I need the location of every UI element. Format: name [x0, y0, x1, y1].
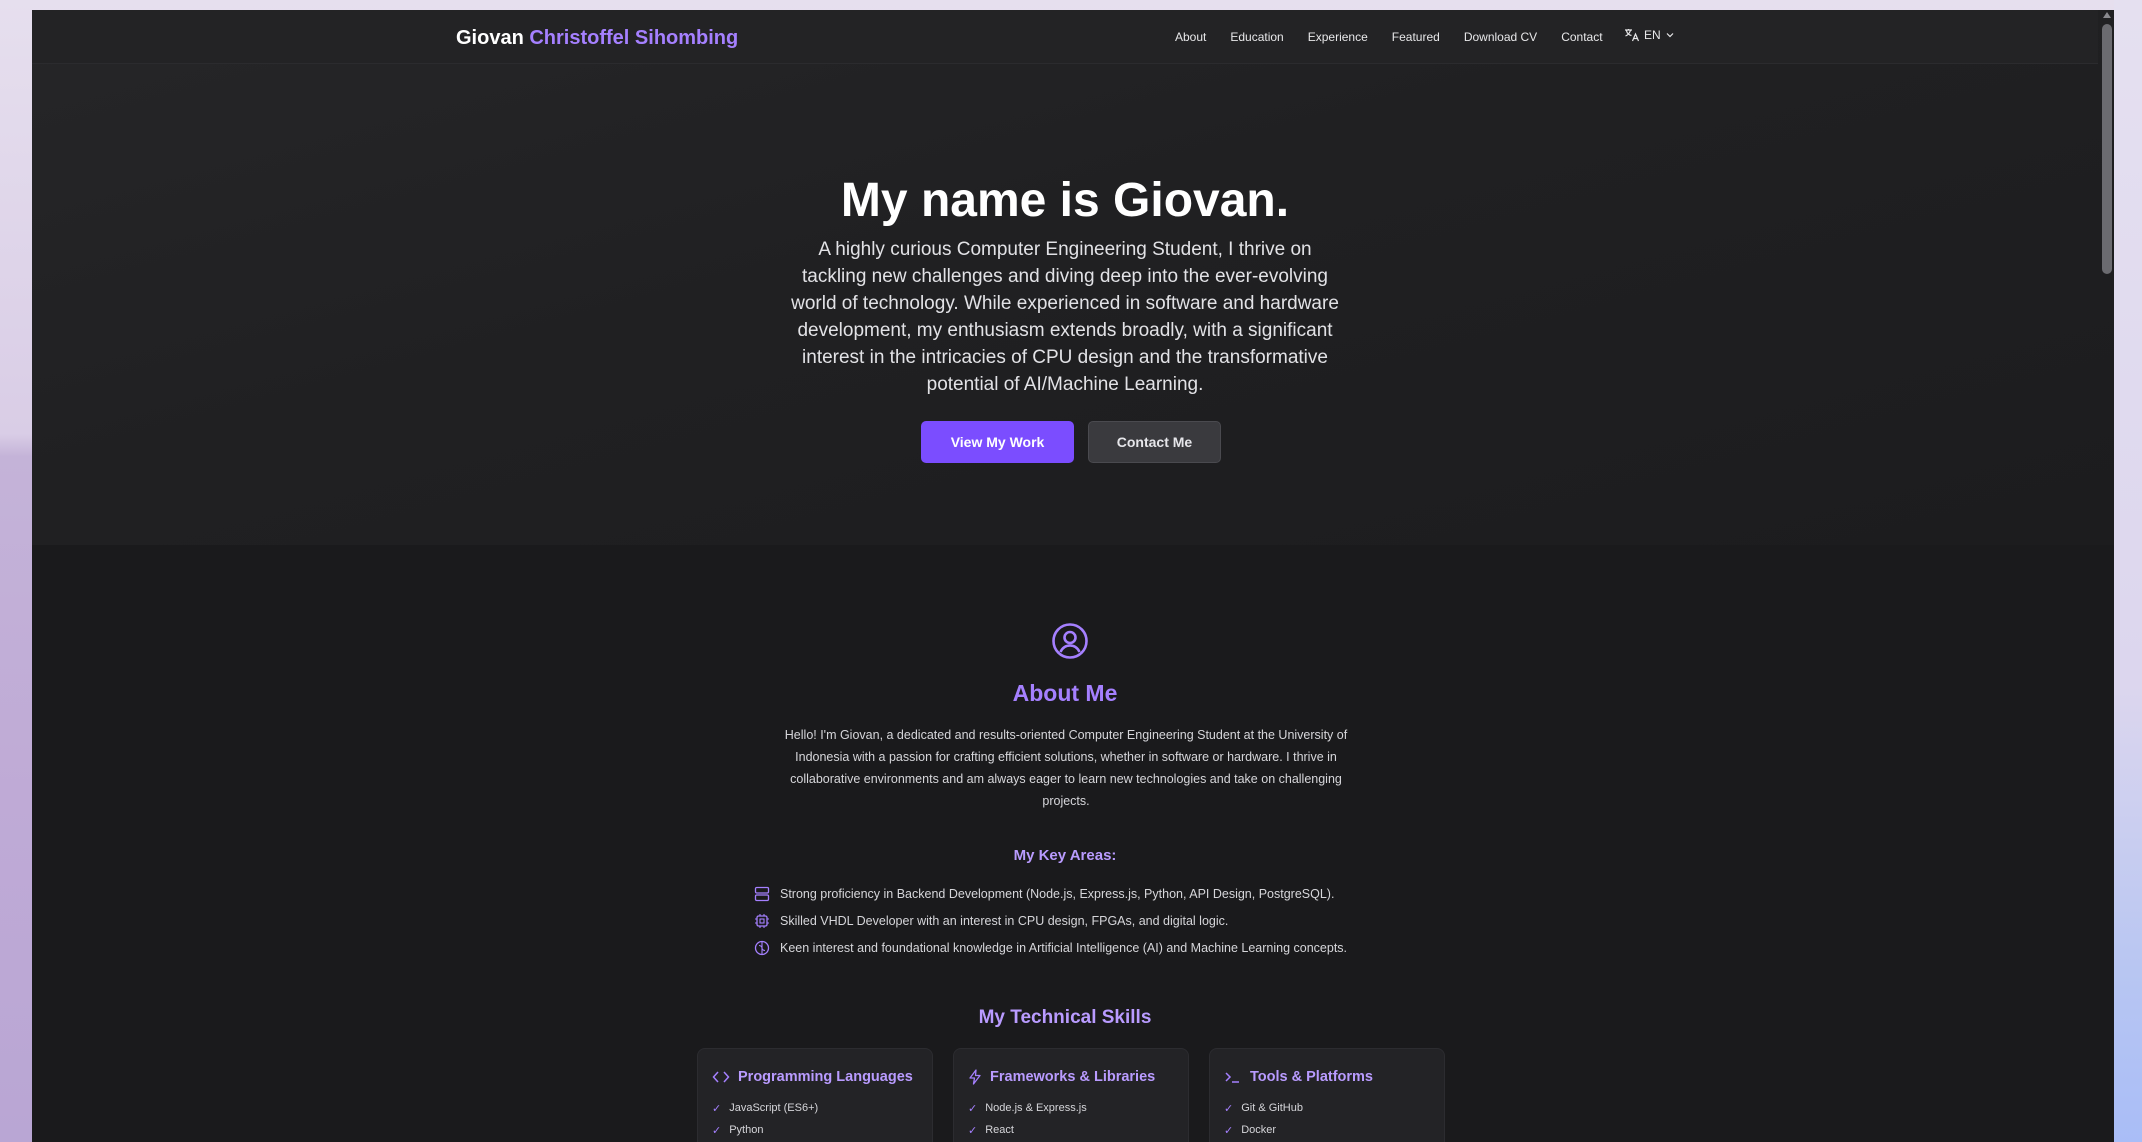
list-item: Skilled VHDL Developer with an interest … [754, 907, 1347, 934]
brain-icon [754, 940, 770, 955]
technical-skills-title: My Technical Skills [978, 1007, 1152, 1028]
contact-me-button[interactable]: Contact Me [1088, 421, 1221, 463]
brand-last-name: Christoffel Sihombing [529, 27, 739, 49]
terminal-icon [1225, 1072, 1239, 1083]
check-icon: ✓ [712, 1102, 722, 1115]
skill-label: Docker [1241, 1124, 1277, 1136]
nav-link-contact[interactable]: Contact [1561, 30, 1602, 44]
skill-card-title: Frameworks & Libraries [990, 1069, 1156, 1085]
nav-link-about[interactable]: About [1175, 30, 1206, 44]
hero-description: A highly curious Computer Engineering St… [791, 239, 1339, 395]
translate-icon [1625, 29, 1640, 42]
scrollbar-thumb[interactable] [2102, 24, 2112, 274]
key-areas-list: Strong proficiency in Backend Developmen… [754, 880, 1347, 961]
list-item: ✓ Git & GitHub [1224, 1097, 1303, 1119]
language-switcher[interactable]: EN [1624, 28, 1675, 42]
about-title: About Me [1012, 680, 1118, 706]
about-description: Hello! I'm Giovan, a dedicated and resul… [784, 728, 1348, 808]
cpu-chip-icon [755, 913, 769, 928]
key-area-text: Strong proficiency in Backend Developmen… [780, 886, 1335, 901]
server-icon [754, 886, 770, 901]
nav-link-download-cv[interactable]: Download CV [1464, 30, 1537, 44]
check-icon: ✓ [712, 1124, 722, 1137]
key-areas-title: My Key Areas: [1013, 847, 1117, 864]
skill-label: Python [729, 1124, 764, 1136]
skill-card-frameworks-libraries: Frameworks & Libraries ✓ Node.js & Expres… [953, 1048, 1189, 1142]
key-area-text: Skilled VHDL Developer with an interest … [780, 913, 1229, 928]
desktop-right-edge [2114, 0, 2142, 1142]
user-circle-icon [1052, 623, 1088, 659]
check-icon: ✓ [1224, 1102, 1234, 1115]
list-item: ✓ Node.js & Express.js [968, 1097, 1087, 1119]
nav-link-featured[interactable]: Featured [1392, 30, 1440, 44]
list-item: Strong proficiency in Backend Developmen… [754, 880, 1347, 907]
check-icon: ✓ [1224, 1124, 1234, 1137]
code-icon [712, 1071, 730, 1083]
skill-label: Node.js & Express.js [985, 1102, 1087, 1114]
skill-card-title: Tools & Platforms [1250, 1069, 1373, 1085]
scroll-up-arrow-icon[interactable] [2103, 12, 2111, 18]
hero-title: My name is Giovan. [840, 174, 1290, 227]
list-item: Keen interest and foundational knowledge… [754, 934, 1347, 961]
skill-label: JavaScript (ES6+) [729, 1102, 819, 1114]
nav-link-education[interactable]: Education [1230, 30, 1283, 44]
chevron-down-icon [1666, 33, 1674, 38]
check-icon: ✓ [968, 1102, 978, 1115]
list-item: ✓ Python [712, 1119, 818, 1141]
brand-logo[interactable]: Giovan Christoffel Sihombing [456, 27, 738, 50]
check-icon: ✓ [968, 1124, 978, 1137]
key-area-text: Keen interest and foundational knowledge… [780, 940, 1348, 955]
top-navbar: Giovan Christoffel Sihombing About Educa… [32, 10, 2098, 64]
skill-card-title: Programming Languages [738, 1069, 913, 1085]
nav-links: About Education Experience Featured Down… [1175, 30, 1627, 44]
skill-card-tools-platforms: Tools & Platforms ✓ Git & GitHub ✓ Docker [1209, 1048, 1445, 1142]
view-my-work-button[interactable]: View My Work [921, 421, 1074, 463]
list-item: ✓ React [968, 1119, 1087, 1141]
brand-first-name: Giovan [456, 27, 524, 49]
lightning-icon [969, 1069, 981, 1085]
browser-viewport: Giovan Christoffel Sihombing About Educa… [32, 10, 2114, 1142]
skill-card-programming-languages: Programming Languages ✓ JavaScript (ES6+)… [697, 1048, 933, 1142]
language-label: EN [1644, 28, 1661, 42]
skill-label: React [985, 1124, 1014, 1136]
list-item: ✓ JavaScript (ES6+) [712, 1097, 818, 1119]
list-item: ✓ Docker [1224, 1119, 1303, 1141]
skill-label: Git & GitHub [1241, 1102, 1303, 1114]
nav-link-experience[interactable]: Experience [1308, 30, 1368, 44]
